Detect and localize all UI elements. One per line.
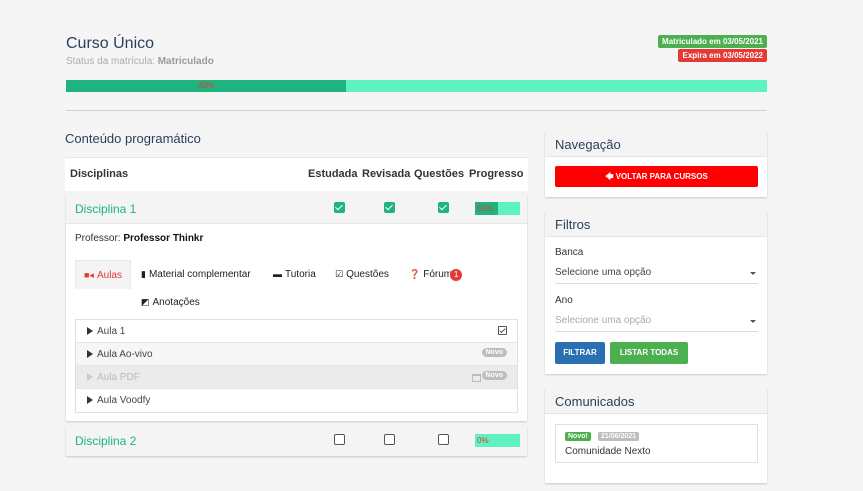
discipline-row[interactable]: Disciplina 1 50% [66, 193, 527, 224]
banca-select[interactable]: Selecione uma opção [555, 262, 758, 284]
announcement-text: Comunidade Nexto [565, 446, 651, 457]
lesson-item[interactable]: Aula PDF Novo [76, 366, 517, 389]
discipline-row[interactable]: Disciplina 2 0% [66, 425, 527, 456]
professor-info: Professor: Professor Thinkr [75, 233, 204, 244]
course-title: Curso Único [66, 35, 155, 52]
discipline-progress-bar: 0% [475, 434, 520, 447]
tab-aulas[interactable]: ■◂ Aulas [75, 260, 131, 289]
question-circle-icon: ❓ [409, 269, 421, 279]
announcements-panel: Comunicados Novo! 21/06/2021 Comunidade … [545, 388, 767, 483]
discipline-name[interactable]: Disciplina 1 [75, 202, 136, 216]
back-to-courses-button[interactable]: 🡄 VOLTAR PARA CURSOS [555, 166, 758, 187]
enrollment-status: Status da matrícula: Matriculado [66, 56, 214, 67]
col-estudada: Estudada [308, 168, 358, 180]
lesson-item[interactable]: Aula Ao-vivo Novo [76, 343, 517, 366]
filter-button[interactable]: FILTRAR [555, 342, 605, 364]
announcements-title: Comunicados [545, 388, 767, 414]
ano-select[interactable]: Selecione uma opção [555, 310, 758, 332]
video-icon: ■◂ [84, 270, 94, 280]
disciplines-table-header: Disciplinas Estudada Revisada Questões P… [65, 157, 528, 191]
discipline-card-2: Disciplina 2 0% [66, 425, 527, 456]
new-badge: Novo! [565, 432, 591, 441]
discipline-name[interactable]: Disciplina 2 [75, 434, 136, 448]
enrolled-date-badge: Matriculado em 03/05/2021 [658, 35, 767, 48]
announcement-item[interactable]: Novo! 21/06/2021 Comunidade Nexto [555, 424, 758, 463]
date-badge: 21/06/2021 [598, 432, 640, 441]
new-badge: Novo [481, 348, 507, 357]
calendar-icon [472, 374, 481, 382]
arrow-left-icon: 🡄 [605, 172, 614, 181]
tab-tutoria[interactable]: ▬ Tutoria [273, 260, 316, 289]
expand-arrow-icon [87, 396, 93, 404]
navigation-panel: Navegação 🡄 VOLTAR PARA CURSOS [545, 131, 767, 197]
banca-label: Banca [555, 247, 584, 258]
forum-count-badge: 1 [450, 269, 463, 281]
book-icon: ▮ [141, 269, 146, 279]
filters-panel: Filtros Banca Selecione uma opção Ano Se… [545, 211, 767, 374]
col-progresso: Progresso [469, 168, 524, 180]
lesson-item[interactable]: Aula Voodfy [76, 389, 517, 412]
lesson-list: Aula 1 Aula Ao-vivo Novo Aula PDF Novo A… [75, 319, 518, 413]
check-square-icon [498, 326, 507, 335]
col-disciplinas: Disciplinas [70, 168, 129, 180]
discipline-progress-label: 0% [477, 436, 489, 445]
header-divider [66, 110, 767, 111]
expand-arrow-icon [87, 373, 93, 381]
questions-checkbox[interactable] [438, 434, 449, 445]
col-questoes: Questões [414, 168, 465, 180]
expand-arrow-icon [87, 327, 93, 335]
new-badge: Novo [481, 371, 507, 380]
navigation-title: Navegação [545, 131, 767, 157]
tab-questoes[interactable]: ☑ Questões [335, 260, 389, 289]
professor-name: Professor Thinkr [123, 233, 204, 244]
list-all-button[interactable]: LISTAR TODAS [610, 342, 688, 364]
discipline-progress-label: 50% [477, 204, 494, 213]
expand-arrow-icon [87, 350, 93, 358]
col-revisada: Revisada [362, 168, 411, 180]
studied-checkbox[interactable] [334, 202, 345, 213]
course-progress-label: 40% [198, 81, 215, 90]
lesson-item[interactable]: Aula 1 [76, 320, 517, 343]
chevron-down-icon [750, 272, 756, 275]
ano-label: Ano [555, 295, 573, 306]
discipline-progress-bar: 50% [475, 202, 520, 215]
edit-icon: ◩ [141, 297, 150, 307]
check-square-icon: ☑ [335, 269, 344, 279]
studied-checkbox[interactable] [334, 434, 345, 445]
reviewed-checkbox[interactable] [384, 434, 395, 445]
filters-title: Filtros [545, 211, 767, 237]
comment-icon: ▬ [273, 269, 282, 279]
tab-anotacoes[interactable]: ◩ Anotações [141, 288, 200, 317]
reviewed-checkbox[interactable] [384, 202, 395, 213]
chevron-down-icon [750, 320, 756, 323]
content-title: Conteúdo programático [65, 131, 201, 146]
questions-checkbox[interactable] [438, 202, 449, 213]
course-progress-bar: 40% [66, 80, 767, 92]
expiry-date-badge: Expira em 03/05/2022 [678, 49, 767, 62]
discipline-card-1: Disciplina 1 50% Professor: Professor Th… [66, 193, 527, 421]
tab-material-complementar[interactable]: ▮ Material complementar [141, 260, 251, 289]
tab-forum[interactable]: ❓ Fórum 1 [409, 260, 463, 289]
